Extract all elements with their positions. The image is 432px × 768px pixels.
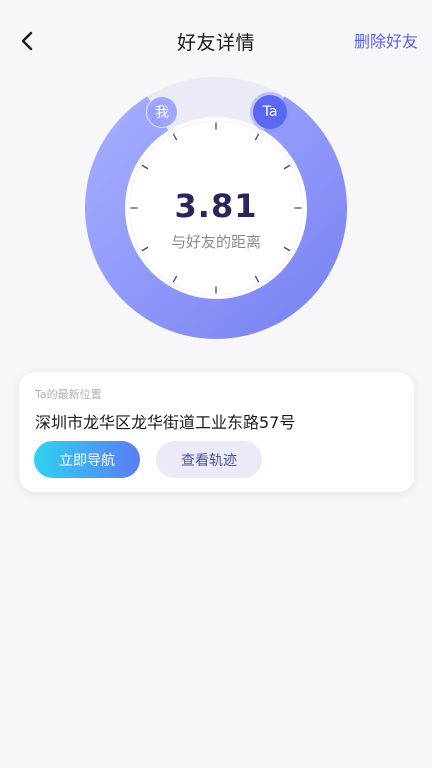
view-track-button[interactable]: 查看轨迹 <box>156 441 262 478</box>
location-card: Ta的最新位置 深圳市龙华区龙华街道工业东路57号 立即导航 查看轨迹 <box>19 372 414 492</box>
location-address: 深圳市龙华区龙华街道工业东路57号 <box>35 413 296 432</box>
location-label: Ta的最新位置 <box>35 388 102 401</box>
my-avatar: 我 <box>146 96 178 128</box>
delete-friend-button[interactable]: 删除好友 <box>354 28 418 52</box>
navigate-button[interactable]: 立即导航 <box>34 441 140 478</box>
distance-ring: 我 Ta 3.81 与好友的距离 <box>85 77 347 339</box>
friend-avatar: Ta <box>253 95 287 129</box>
header: 好友详情 删除好友 <box>0 0 432 80</box>
distance-value: 3.81 <box>174 187 258 225</box>
friend-detail-page: 好友详情 删除好友 我 Ta 3.81 与好友的距离 Ta的最新位置 深圳市龙华… <box>0 0 432 768</box>
distance-label: 与好友的距离 <box>170 233 261 251</box>
